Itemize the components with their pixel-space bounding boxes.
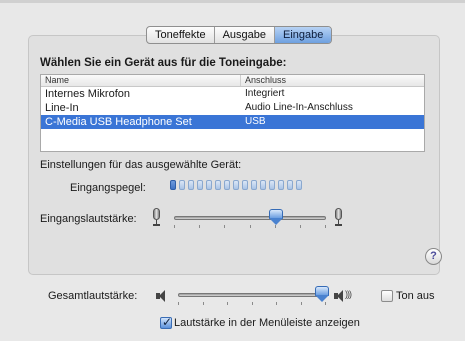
help-button[interactable]: ? xyxy=(425,248,442,265)
slider-tick xyxy=(174,225,175,228)
table-row[interactable]: Line-In Audio Line-In-Anschluss xyxy=(41,101,424,115)
device-select-heading: Wählen Sie ein Gerät aus für die Toneing… xyxy=(40,57,287,69)
column-header-name[interactable]: Name xyxy=(41,75,241,86)
input-volume-knob[interactable] xyxy=(269,209,283,225)
input-volume-label: Eingangslautstärke: xyxy=(40,213,137,225)
slider-tick xyxy=(178,302,179,305)
device-table: Name Anschluss Internes Mikrofon Integri… xyxy=(40,74,425,152)
show-in-menubar-label: Lautstärke in der Menüleiste anzeigen xyxy=(174,317,360,329)
table-row-selected[interactable]: C-Media USB Headphone Set USB xyxy=(41,115,424,129)
device-settings-label: Einstellungen für das ausgewählte Gerät: xyxy=(40,159,242,171)
slider-tick xyxy=(325,225,326,228)
level-segment xyxy=(260,180,266,190)
level-segment xyxy=(278,180,284,190)
level-segment xyxy=(206,180,212,190)
slider-ticks xyxy=(178,302,326,306)
master-volume-slider[interactable] xyxy=(178,286,329,306)
level-segment xyxy=(197,180,203,190)
master-volume-knob[interactable] xyxy=(315,286,329,302)
level-segment xyxy=(224,180,230,190)
speaker-low-icon xyxy=(156,290,170,302)
settings-group-box xyxy=(28,35,440,275)
input-level-label: Eingangspegel: xyxy=(70,182,146,194)
slider-tick xyxy=(275,225,276,228)
window-top-edge xyxy=(0,0,465,3)
speaker-high-icon: ))) xyxy=(334,289,352,302)
level-segment xyxy=(242,180,248,190)
slider-tick xyxy=(325,302,326,305)
mute-checkbox[interactable] xyxy=(381,290,393,302)
device-name: Line-In xyxy=(45,102,79,114)
mute-label: Ton aus xyxy=(396,290,435,302)
level-segment xyxy=(269,180,275,190)
level-segment xyxy=(233,180,239,190)
slider-tick xyxy=(224,225,225,228)
column-header-connection[interactable]: Anschluss xyxy=(241,75,286,86)
slider-tick xyxy=(203,302,204,305)
table-row[interactable]: Internes Mikrofon Integriert xyxy=(41,87,424,101)
level-segment xyxy=(251,180,257,190)
tab-bar: Toneffekte Ausgabe Eingabe xyxy=(146,26,333,44)
device-connection: Audio Line-In-Anschluss xyxy=(245,102,353,113)
level-segment xyxy=(215,180,221,190)
slider-track xyxy=(174,216,326,220)
slider-tick xyxy=(276,302,277,305)
slider-tick xyxy=(252,302,253,305)
device-connection: USB xyxy=(245,116,266,127)
slider-tick xyxy=(300,225,301,228)
level-segment xyxy=(296,180,302,190)
slider-tick xyxy=(199,225,200,228)
device-name: C-Media USB Headphone Set xyxy=(45,116,192,128)
level-segment xyxy=(287,180,293,190)
tab-input[interactable]: Eingabe xyxy=(275,27,332,43)
device-connection: Integriert xyxy=(245,88,285,99)
level-segment xyxy=(179,180,185,190)
slider-tick xyxy=(301,302,302,305)
slider-track xyxy=(178,293,326,297)
tab-sound-effects[interactable]: Toneffekte xyxy=(147,27,215,43)
table-header: Name Anschluss xyxy=(41,75,424,87)
mic-low-icon xyxy=(152,208,161,226)
level-segment xyxy=(188,180,194,190)
level-segment xyxy=(170,180,176,190)
input-level-meter xyxy=(170,180,302,190)
tab-output[interactable]: Ausgabe xyxy=(215,27,275,43)
input-volume-slider[interactable] xyxy=(174,209,326,229)
slider-ticks xyxy=(174,225,326,229)
device-name: Internes Mikrofon xyxy=(45,88,130,100)
slider-tick xyxy=(227,302,228,305)
mic-high-icon xyxy=(334,208,343,226)
master-volume-label: Gesamtlautstärke: xyxy=(48,290,138,302)
show-in-menubar-checkbox[interactable] xyxy=(160,315,172,329)
slider-tick xyxy=(250,225,251,228)
